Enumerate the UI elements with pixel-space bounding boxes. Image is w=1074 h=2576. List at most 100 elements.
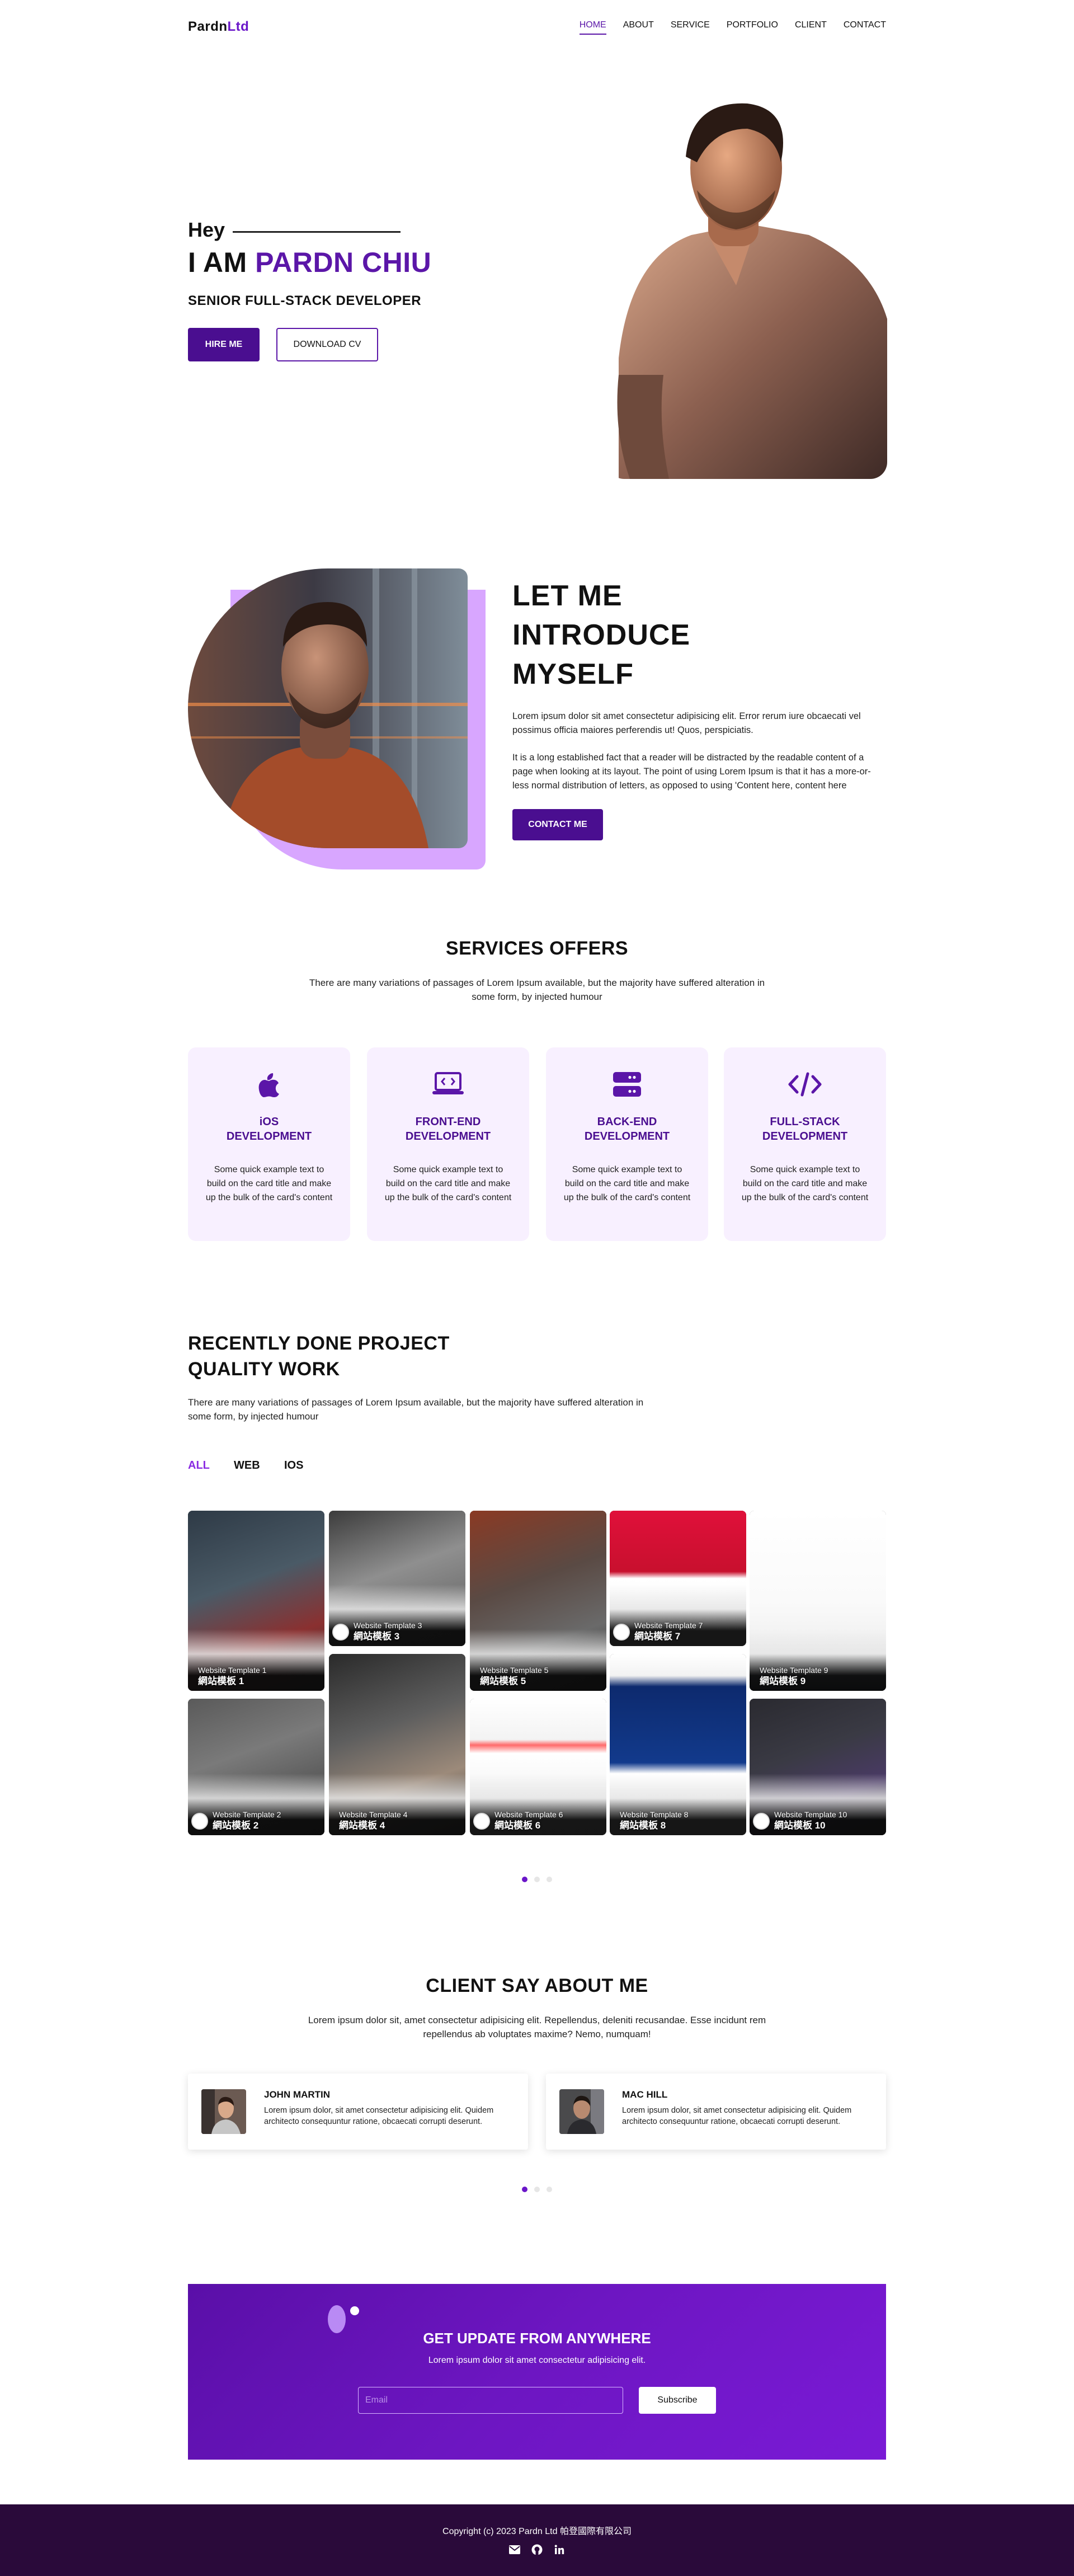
code-icon [724,1072,886,1097]
pagination-dot[interactable] [547,1877,552,1882]
tile-title-zh: 網站模板 9 [760,1676,806,1686]
projects-pagination [0,1877,1074,1882]
service-text: Some quick example text to build on the … [205,1165,333,1202]
server-icon [546,1072,708,1097]
tile-caption: Website Template 8 網站模板 8 [620,1809,688,1832]
project-tile-6[interactable]: Website Template 6 網站模板 6 [470,1699,606,1835]
project-tile-3[interactable]: Website Template 3 網站模板 3 [329,1511,465,1646]
subscribe-button[interactable]: Subscribe [639,2387,716,2414]
avatar [191,1813,208,1830]
tile-title-zh: 網站模板 1 [198,1676,244,1686]
github-icon[interactable] [531,2544,543,2556]
social-icons [0,2544,1074,2556]
linkedin-icon[interactable] [553,2544,566,2556]
mail-icon[interactable] [508,2544,521,2556]
nav-link-service[interactable]: SERVICE [671,20,710,35]
clients-title: CLIENT SAY ABOUT ME [426,1975,648,1996]
tile-caption: Website Template 3 網站模板 3 [354,1620,422,1643]
intro-title-line-2: INTRODUCE [512,619,691,651]
nav-links: HOME ABOUT SERVICE PORTFOLIO CLIENT CONT… [579,20,886,35]
project-tile-7[interactable]: Website Template 7 網站模板 7 [610,1511,746,1646]
avatar [613,1624,630,1640]
hero-portrait [607,95,887,479]
hero-name: I AM PARDN CHIU [188,246,431,279]
tile-title-zh: 網站模板 6 [494,1820,541,1831]
testimonial-card: JOHN MARTIN Lorem ipsum dolor, sit amet … [188,2074,528,2150]
client-quote: Lorem ipsum dolor, sit amet consectetur … [622,2106,852,2126]
greeting-line [233,231,401,233]
intro-portrait [188,568,468,848]
greeting-text: Hey [188,218,225,241]
tile-title-en: Website Template 7 [634,1621,703,1630]
nav-link-home[interactable]: HOME [579,20,606,35]
email-field[interactable] [358,2387,623,2414]
contact-me-button[interactable]: CONTACT ME [512,809,603,840]
pagination-dot[interactable] [522,2187,527,2192]
filter-ios[interactable]: IOS [284,1459,303,1472]
tile-caption: Website Template 1 網站模板 1 [198,1665,266,1687]
tile-title-en: Website Template 9 [760,1666,828,1675]
avatar [753,1813,770,1830]
service-title: BACK-END DEVELOPMENT [584,1116,670,1143]
project-tile-9[interactable]: Website Template 9 網站模板 9 [750,1511,886,1691]
decor-bubble [350,2306,359,2315]
download-cv-button[interactable]: DOWNLOAD CV [276,328,378,361]
nav-link-about[interactable]: ABOUT [623,20,654,35]
intro-title-line-3: MYSELF [512,658,634,690]
client-avatar [201,2089,246,2134]
tile-title-en: Website Template 2 [213,1810,281,1819]
hire-me-button[interactable]: HIRE ME [188,328,260,361]
tile-title-en: Website Template 3 [354,1621,422,1630]
tile-title-en: Website Template 1 [198,1666,267,1675]
service-title: FULL-STACK DEVELOPMENT [762,1116,848,1143]
tile-title-en: Website Template 10 [774,1810,847,1819]
project-tile-10[interactable]: Website Template 10 網站模板 10 [750,1699,886,1835]
name-prefix: I AM [188,247,247,278]
footer: Copyright (c) 2023 Pardn Ltd 帕登國際有限公司 [0,2504,1074,2576]
tile-title-zh: 網站模板 10 [774,1820,826,1831]
project-tile-5[interactable]: Website Template 5 網站模板 5 [470,1511,606,1691]
tile-caption: Website Template 5 網站模板 5 [480,1665,548,1687]
service-card-backend: BACK-END DEVELOPMENT Some quick example … [546,1047,708,1241]
tile-title-zh: 網站模板 3 [354,1631,400,1642]
nav-link-portfolio[interactable]: PORTFOLIO [727,20,778,35]
nav-link-client[interactable]: CLIENT [795,20,827,35]
decor-bubble [328,2305,346,2333]
site-logo[interactable]: PardnLtd [188,19,249,35]
pagination-dot[interactable] [522,1877,527,1882]
services-title: SERVICES OFFERS [445,938,629,959]
tile-title-en: Website Template 5 [480,1666,549,1675]
copyright-text: Copyright (c) 2023 Pardn Ltd 帕登國際有限公司 [442,2527,632,2536]
tile-title-zh: 網站模板 7 [634,1631,681,1642]
service-text: Some quick example text to build on the … [741,1165,869,1202]
tile-title-zh: 網站模板 5 [480,1676,526,1686]
intro-title: LET ME INTRODUCE MYSELF [512,576,690,694]
service-text: Some quick example text to build on the … [384,1165,512,1202]
project-tile-8[interactable]: Website Template 8 網站模板 8 [610,1654,746,1835]
clients-subtitle: Lorem ipsum dolor sit, amet consectetur … [308,2015,766,2039]
services-subtitle: There are many variations of passages of… [309,977,765,1002]
pagination-dot[interactable] [547,2187,552,2192]
logo-text-1: Pardn [188,19,228,34]
intro-title-line-1: LET ME [512,580,623,612]
pagination-dot[interactable] [534,1877,540,1882]
tile-title-zh: 網站模板 8 [620,1820,666,1831]
laptop-code-icon [367,1072,529,1096]
tile-title-zh: 網站模板 2 [213,1820,259,1831]
client-quote: Lorem ipsum dolor, sit amet consectetur … [264,2106,494,2126]
clients-pagination [0,2187,1074,2192]
project-tile-2[interactable]: Website Template 2 網站模板 2 [188,1699,324,1835]
newsletter-title: GET UPDATE FROM ANYWHERE [423,2330,651,2347]
pagination-dot[interactable] [534,2187,540,2192]
service-card-frontend: FRONT-END DEVELOPMENT Some quick example… [367,1047,529,1241]
tile-caption: Website Template 10 網站模板 10 [774,1809,847,1832]
service-card-fullstack: FULL-STACK DEVELOPMENT Some quick exampl… [724,1047,886,1241]
newsletter-section: GET UPDATE FROM ANYWHERE Lorem ipsum dol… [188,2284,886,2460]
filter-web[interactable]: WEB [234,1459,260,1472]
nav-link-contact[interactable]: CONTACT [844,20,886,35]
tile-caption: Website Template 6 網站模板 6 [494,1809,563,1832]
apple-icon [188,1072,350,1098]
project-tile-1[interactable]: Website Template 1 網站模板 1 [188,1511,324,1691]
project-tile-4[interactable]: Website Template 4 網站模板 4 [329,1654,465,1835]
filter-all[interactable]: ALL [188,1459,210,1472]
